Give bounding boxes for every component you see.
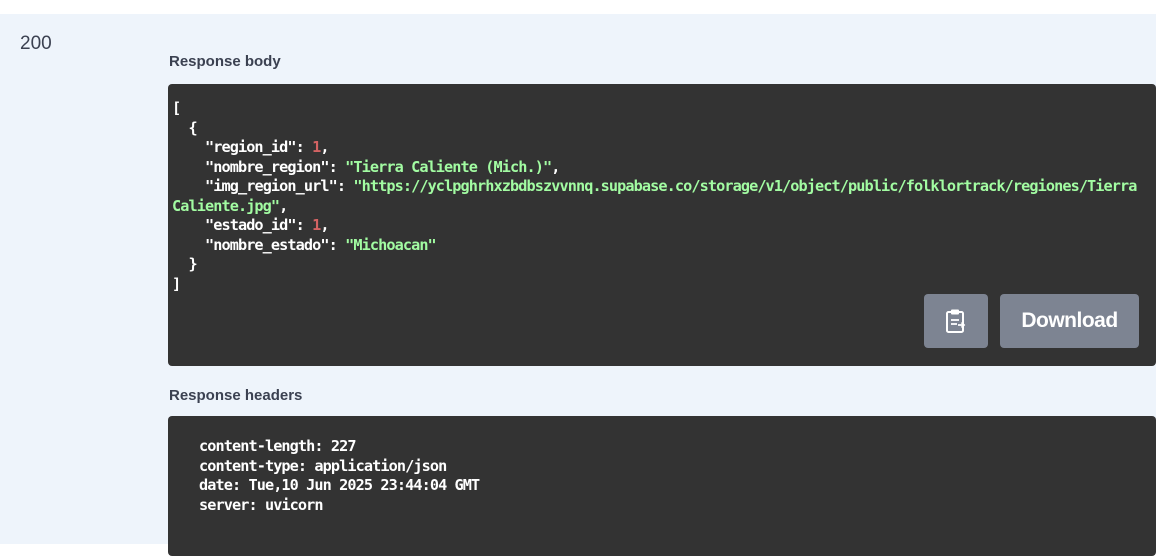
download-button[interactable]: Download [1000, 294, 1139, 348]
json-key: "estado_id": [172, 216, 313, 234]
header-line: server: uvicorn [199, 495, 324, 514]
json-key: "img_region_url": [172, 177, 354, 195]
header-line: date: Tue,10 Jun 2025 23:44:04 GMT [199, 476, 480, 494]
json-string: "Tierra Caliente (Mich.)" [345, 157, 552, 176]
json-key: "nombre_estado": [172, 235, 346, 254]
clipboard-icon [946, 309, 966, 333]
json-close-brace: } [172, 255, 197, 273]
response-panel: 200 Response body [ { "region_id": 1, "n… [0, 14, 1156, 556]
json-key: "nombre_region": [172, 157, 346, 176]
json-line-img-region-url: "img_region_url": "https://yclpghrhxzbdb… [172, 177, 1144, 216]
json-comma: , [551, 157, 560, 176]
response-headers-title: Response headers [169, 387, 303, 404]
header-line: content-type: application/json [199, 456, 447, 475]
json-open-bracket: [ [172, 99, 181, 117]
json-open-brace: { [172, 118, 197, 137]
status-code: 200 [20, 33, 52, 54]
response-headers-code[interactable]: content-length: 227 content-type: applic… [168, 416, 1156, 556]
copy-to-clipboard-button[interactable] [924, 294, 988, 348]
json-line-nombre-region: "nombre_region": "Tierra Caliente (Mich.… [172, 158, 1144, 178]
json-close-bracket: ] [172, 274, 181, 293]
json-string: "Michoacan" [345, 235, 437, 254]
response-body-title: Response body [169, 53, 281, 70]
json-line-estado-id: "estado_id": 1, [172, 216, 1144, 236]
json-comma: , [279, 196, 288, 215]
header-line: content-length: 227 [199, 437, 357, 455]
json-key: "region_id": [172, 138, 313, 156]
json-comma: , [320, 216, 329, 234]
json-line-nombre-estado: "nombre_estado": "Michoacan" [172, 236, 1144, 256]
json-comma: , [320, 138, 329, 156]
json-line-region-id: "region_id": 1, [172, 138, 1144, 158]
